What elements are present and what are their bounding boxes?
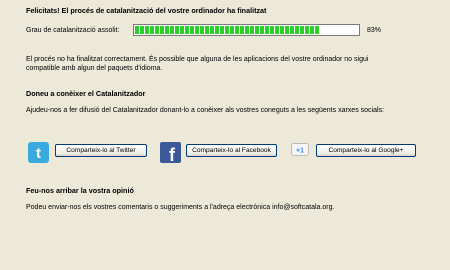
share-facebook-button[interactable]: Comparteix-lo al Facebook bbox=[186, 144, 277, 157]
opinion-title: Feu-nos arribar la vostra opinió bbox=[26, 186, 134, 195]
progress-percent: 83% bbox=[367, 27, 382, 34]
status-line-2: compatible amb algun del paquets d'idiom… bbox=[26, 65, 163, 72]
progress-bar-fill bbox=[135, 26, 321, 34]
status-line-1: El procés no ha finalitzat correctament.… bbox=[26, 56, 369, 63]
progress-label: Grau de catalanització assolit: bbox=[26, 27, 120, 34]
opinion-text: Podeu enviar-nos els vostres comentaris … bbox=[26, 204, 335, 211]
svg-text:t: t bbox=[36, 145, 41, 162]
promote-title: Doneu a conèixer el Catalanitzador bbox=[26, 89, 146, 98]
page-title: Felicitats! El procés de catalanització … bbox=[26, 6, 267, 15]
svg-text:f: f bbox=[169, 145, 176, 163]
facebook-icon[interactable]: f bbox=[160, 142, 181, 165]
share-google-button[interactable]: Comparteix-lo al Google+ bbox=[316, 144, 416, 157]
progress-bar bbox=[133, 24, 360, 36]
svg-text:+1: +1 bbox=[296, 148, 304, 155]
promote-text: Ajudeu-nos a fer difusió del Catalanitza… bbox=[26, 107, 384, 114]
google-plus-icon[interactable]: +1 bbox=[291, 143, 309, 156]
share-twitter-button[interactable]: Comparteix-lo al Twitter bbox=[55, 144, 147, 157]
twitter-icon[interactable]: t bbox=[28, 142, 49, 163]
